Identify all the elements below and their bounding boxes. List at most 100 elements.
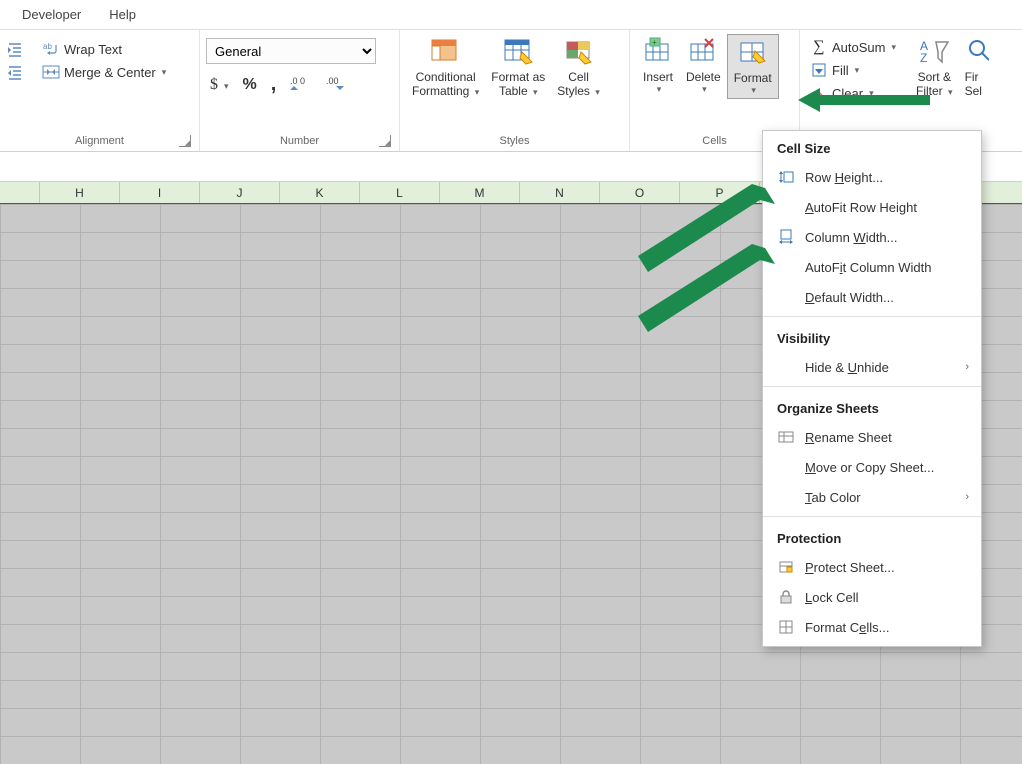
col-header[interactable]: M — [440, 182, 520, 203]
conditional-formatting-icon — [430, 36, 462, 68]
fill-button[interactable]: Fill▾ — [806, 59, 900, 81]
percent-button[interactable]: % — [243, 76, 257, 94]
col-header-spacer[interactable] — [0, 182, 40, 203]
increase-decimal-button[interactable]: .00 — [290, 75, 312, 94]
lock-icon — [777, 588, 795, 606]
chevron-down-icon: ▾ — [162, 67, 167, 78]
format-button[interactable]: Format ▾ — [727, 34, 779, 99]
format-cells-item[interactable]: Format Cells... — [763, 612, 981, 642]
menu-help[interactable]: Help — [95, 3, 150, 26]
wrap-text-label: Wrap Text — [64, 42, 122, 57]
separator — [763, 316, 981, 317]
increase-indent-button[interactable] — [6, 61, 28, 83]
wrap-text-button[interactable]: ab Wrap Text — [38, 38, 170, 60]
column-width-label: Column Width... — [805, 230, 898, 245]
fill-down-icon — [810, 61, 828, 79]
delete-button[interactable]: Delete ▾ — [680, 34, 727, 97]
col-header[interactable]: I — [120, 182, 200, 203]
col-header[interactable]: N — [520, 182, 600, 203]
delete-cells-icon — [687, 36, 719, 68]
menubar: Developer Help — [0, 0, 1022, 30]
group-number: General $ ▾ % , .00 .00 Number — [200, 30, 400, 151]
lock-cell-item[interactable]: Lock Cell — [763, 582, 981, 612]
merge-center-button[interactable]: Merge & Center ▾ — [38, 61, 170, 83]
number-dialog-launcher[interactable] — [379, 135, 391, 147]
comma-button[interactable]: , — [271, 73, 277, 96]
sort-filter-icon: AZ — [918, 36, 950, 68]
alignment-dialog-launcher[interactable] — [179, 135, 191, 147]
decrease-decimal-button[interactable]: .00 — [326, 75, 348, 94]
format-cells-icon — [737, 37, 769, 69]
move-copy-item[interactable]: Move or Copy Sheet... — [763, 452, 981, 482]
increase-indent-icon — [6, 63, 24, 81]
cell-styles-icon — [563, 36, 595, 68]
tab-color-item[interactable]: Tab Color › — [763, 482, 981, 512]
dropdown-header-organize: Organize Sheets — [763, 391, 981, 422]
autosum-button[interactable]: ∑ AutoSum▾ — [806, 36, 900, 58]
row-height-label: Row Height... — [805, 170, 883, 185]
autofit-row-label: AutoFit Row Height — [805, 200, 917, 215]
rename-sheet-item[interactable]: Rename Sheet — [763, 422, 981, 452]
group-styles: Conditional Formatting ▾ Format as Table… — [400, 30, 630, 151]
lock-label: Lock Cell — [805, 590, 858, 605]
dropdown-header-cellsize: Cell Size — [763, 131, 981, 162]
default-width-label: Default Width... — [805, 290, 894, 305]
protect-label: Protect Sheet... — [805, 560, 895, 575]
separator — [763, 386, 981, 387]
col-header[interactable]: K — [280, 182, 360, 203]
sigma-icon: ∑ — [810, 38, 828, 56]
format-cells-menu-icon — [777, 618, 795, 636]
col-header[interactable]: L — [360, 182, 440, 203]
group-label-number: Number — [206, 133, 393, 149]
svg-text:Z: Z — [920, 51, 927, 65]
submenu-arrow-icon: › — [965, 491, 969, 503]
merge-center-label: Merge & Center — [64, 65, 156, 80]
svg-text:+: + — [652, 38, 657, 47]
col-header[interactable]: H — [40, 182, 120, 203]
insert-cells-icon: + — [642, 36, 674, 68]
svg-text:.00: .00 — [326, 76, 339, 86]
format-table-button[interactable]: Format as Table ▾ — [485, 34, 551, 101]
row-height-item[interactable]: Row Height... — [763, 162, 981, 192]
tab-color-label: Tab Color — [805, 490, 861, 505]
group-alignment: ab Wrap Text Merge & Center ▾ Alignment — [0, 30, 200, 151]
accounting-format-button[interactable]: $ ▾ — [210, 76, 229, 94]
protect-icon — [777, 558, 795, 576]
cell-styles-button[interactable]: Cell Styles ▾ — [551, 34, 606, 101]
hide-unhide-label: Hide & Unhide — [805, 360, 889, 375]
group-label-styles: Styles — [406, 133, 623, 149]
column-width-item[interactable]: Column Width... — [763, 222, 981, 252]
annotation-arrow — [790, 80, 940, 120]
find-icon — [965, 36, 989, 68]
format-table-icon — [502, 36, 534, 68]
format-cells-label: Format Cells... — [805, 620, 890, 635]
col-header[interactable]: J — [200, 182, 280, 203]
separator — [763, 516, 981, 517]
submenu-arrow-icon: › — [965, 361, 969, 373]
autofit-col-item[interactable]: AutoFit Column Width — [763, 252, 981, 282]
conditional-formatting-button[interactable]: Conditional Formatting ▾ — [406, 34, 485, 101]
find-select-button[interactable]: Fir Sel — [959, 34, 989, 101]
annotation-arrow — [620, 240, 780, 350]
wrap-text-icon: ab — [42, 40, 60, 58]
svg-text:.0: .0 — [290, 76, 298, 86]
rename-label: Rename Sheet — [805, 430, 892, 445]
svg-text:ab: ab — [43, 42, 52, 51]
protect-sheet-item[interactable]: Protect Sheet... — [763, 552, 981, 582]
autofit-row-item[interactable]: AutoFit Row Height — [763, 192, 981, 222]
hide-unhide-item[interactable]: Hide & Unhide › — [763, 352, 981, 382]
group-label-alignment: Alignment — [6, 133, 193, 149]
menu-developer[interactable]: Developer — [8, 3, 95, 26]
decrease-indent-button[interactable] — [6, 38, 28, 60]
default-width-item[interactable]: Default Width... — [763, 282, 981, 312]
svg-text:0: 0 — [300, 76, 305, 86]
number-format-select[interactable]: General — [206, 38, 376, 64]
decrease-indent-icon — [6, 40, 24, 58]
merge-center-icon — [42, 63, 60, 81]
dropdown-header-visibility: Visibility — [763, 321, 981, 352]
format-dropdown: Cell Size Row Height... AutoFit Row Heig… — [762, 130, 982, 647]
rename-icon — [777, 428, 795, 446]
dropdown-header-protection: Protection — [763, 521, 981, 552]
insert-button[interactable]: + Insert ▾ — [636, 34, 680, 97]
move-copy-label: Move or Copy Sheet... — [805, 460, 934, 475]
